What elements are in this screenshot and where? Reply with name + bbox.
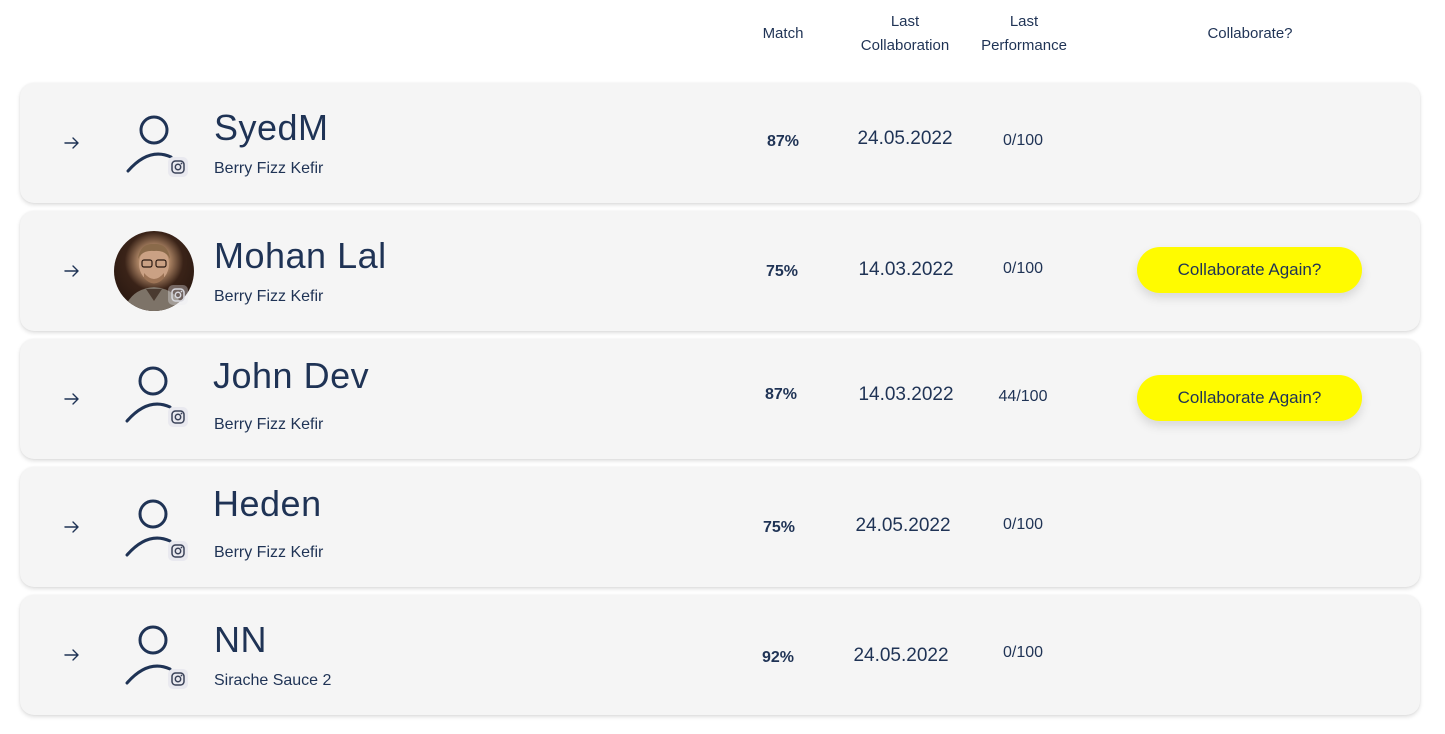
last-collaboration-date: 14.03.2022	[858, 259, 954, 280]
influencer-name[interactable]: Heden	[213, 484, 322, 524]
instagram-icon[interactable]	[168, 157, 188, 177]
last-performance-value: 0/100	[1002, 516, 1044, 533]
product-name: Berry Fizz Kefir	[214, 544, 324, 561]
arrow-right-icon[interactable]	[62, 517, 82, 537]
avatar-placeholder-icon	[114, 359, 194, 439]
influencer-name[interactable]: SyedM	[214, 108, 329, 148]
product-name: Berry Fizz Kefir	[214, 160, 324, 177]
influencer-name[interactable]: NN	[214, 620, 267, 660]
last-performance-value: 0/100	[1002, 260, 1044, 277]
arrow-right-icon[interactable]	[62, 645, 82, 665]
last-collaboration-date: 24.05.2022	[857, 128, 953, 149]
influencer-row-mohan-lal[interactable]: Mohan Lal Berry Fizz Kefir 75% 14.03.202…	[20, 211, 1420, 331]
arrow-right-icon[interactable]	[62, 389, 82, 409]
influencer-row-heden[interactable]: Heden Berry Fizz Kefir 75% 24.05.2022 0/…	[20, 467, 1420, 587]
match-value: 75%	[762, 519, 796, 536]
arrow-right-icon[interactable]	[62, 133, 82, 153]
last-collaboration-date: 24.05.2022	[855, 515, 951, 536]
instagram-icon[interactable]	[168, 407, 188, 427]
last-collaboration-date: 24.05.2022	[853, 645, 949, 666]
instagram-icon[interactable]	[168, 541, 188, 561]
influencer-row-syedm[interactable]: SyedM Berry Fizz Kefir 87% 24.05.2022 0/…	[20, 83, 1420, 203]
influencer-name[interactable]: John Dev	[213, 356, 369, 396]
influencer-row-john-dev[interactable]: John Dev Berry Fizz Kefir 87% 14.03.2022…	[20, 339, 1420, 459]
instagram-icon[interactable]	[168, 285, 188, 305]
instagram-icon[interactable]	[168, 669, 188, 689]
match-value: 92%	[761, 649, 795, 666]
match-value: 87%	[764, 386, 798, 403]
last-performance-value: 44/100	[998, 388, 1048, 405]
collaborate-again-button[interactable]: Collaborate Again?	[1137, 375, 1362, 421]
table-header: Match Last Collaboration Last Performanc…	[0, 0, 1445, 70]
arrow-right-icon[interactable]	[62, 261, 82, 281]
header-collaborate: Collaborate?	[1207, 25, 1293, 42]
collaborate-again-button[interactable]: Collaborate Again?	[1137, 247, 1362, 293]
match-value: 87%	[766, 133, 800, 150]
product-name: Sirache Sauce 2	[214, 672, 332, 689]
last-performance-value: 0/100	[1002, 644, 1044, 661]
header-match: Match	[762, 25, 804, 42]
product-name: Berry Fizz Kefir	[214, 416, 324, 433]
influencer-name[interactable]: Mohan Lal	[214, 236, 387, 276]
match-value: 75%	[765, 263, 799, 280]
influencer-row-nn[interactable]: NN Sirache Sauce 2 92% 24.05.2022 0/100	[20, 595, 1420, 715]
last-collaboration-date: 14.03.2022	[858, 384, 954, 405]
product-name: Berry Fizz Kefir	[214, 288, 324, 305]
last-performance-value: 0/100	[1002, 132, 1044, 149]
header-last-collaboration: Last Collaboration	[860, 13, 950, 54]
header-last-performance: Last Performance	[981, 13, 1067, 54]
